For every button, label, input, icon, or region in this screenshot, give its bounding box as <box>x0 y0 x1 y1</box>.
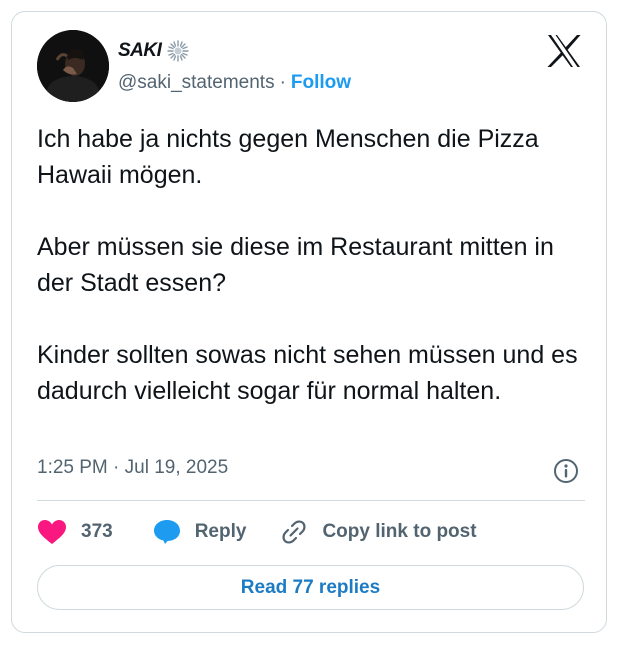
handle-row: @saki_statements · Follow <box>118 72 351 94</box>
info-icon[interactable] <box>553 458 579 484</box>
link-icon <box>280 518 308 546</box>
x-logo-icon[interactable] <box>546 34 582 68</box>
like-count: 373 <box>81 521 113 542</box>
tweet-paragraph: Kinder sollten sowas nicht sehen müssen … <box>37 341 578 405</box>
tweet-paragraph: Aber müssen sie diese im Restaurant mitt… <box>37 233 554 297</box>
action-bar: 373 Reply Copy link to post <box>37 515 477 549</box>
like-button[interactable]: 373 <box>37 519 113 545</box>
read-replies-button[interactable]: Read 77 replies <box>37 565 584 610</box>
tweet-paragraph: Ich habe ja nichts gegen Menschen die Pi… <box>37 125 539 189</box>
reply-label: Reply <box>194 521 247 542</box>
copy-link-button[interactable]: Copy link to post <box>280 518 477 546</box>
follow-button[interactable]: Follow <box>291 72 351 94</box>
read-replies-label: Read 77 replies <box>240 576 381 598</box>
reply-button[interactable]: Reply <box>153 519 247 545</box>
tweet-text: Ich habe ja nichts gegen Menschen die Pi… <box>37 121 587 409</box>
divider <box>37 500 585 501</box>
author-name[interactable]: SAKI <box>118 40 162 62</box>
burst-badge-icon <box>167 40 190 62</box>
heart-icon <box>37 519 67 545</box>
separator-dot: · <box>279 72 286 93</box>
copy-link-label: Copy link to post <box>322 521 477 542</box>
tweet-timestamp-row: 1:25 PM · Jul 19, 2025 <box>37 457 228 479</box>
avatar[interactable] <box>37 30 109 102</box>
tweet-timestamp[interactable]: 1:25 PM · Jul 19, 2025 <box>37 457 228 479</box>
author-handle[interactable]: @saki_statements <box>118 72 275 94</box>
tweet-card: SAKI @saki_statements · Follow Ich habe … <box>11 11 607 633</box>
speech-bubble-icon <box>153 519 181 545</box>
author-name-row: SAKI <box>118 38 190 64</box>
